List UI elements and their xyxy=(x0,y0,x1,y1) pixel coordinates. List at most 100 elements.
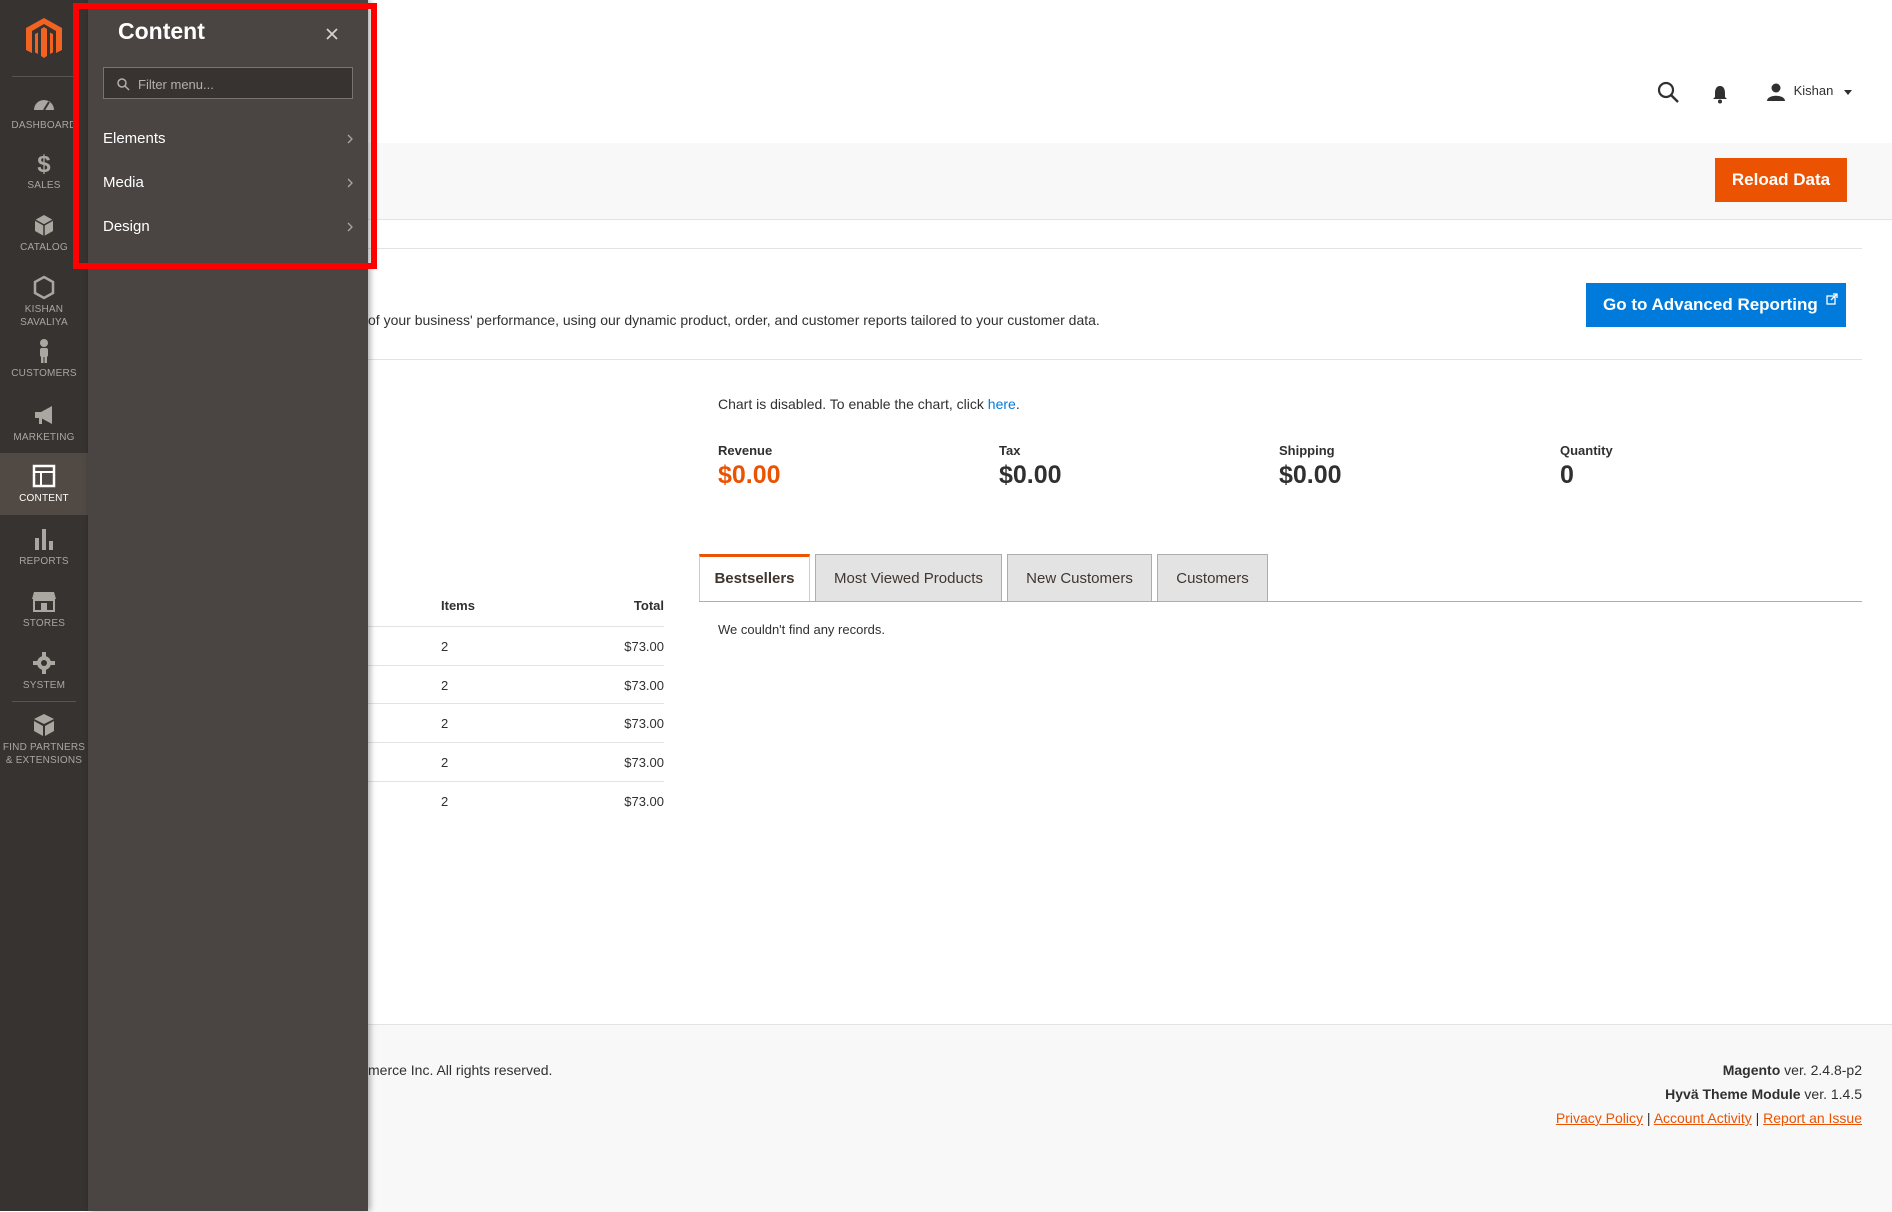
section-divider xyxy=(368,359,1862,360)
nav-label-line1: FIND PARTNERS xyxy=(2,742,86,753)
dashboard-icon xyxy=(34,100,54,111)
reload-data-button[interactable]: Reload Data xyxy=(1715,158,1847,202)
nav-item-reports[interactable]: REPORTS xyxy=(0,526,88,568)
flyout-item-media[interactable]: Media xyxy=(103,170,355,196)
page-actions-band xyxy=(368,143,1892,220)
nav-item-sales[interactable]: $ SALES xyxy=(0,150,88,192)
dollar-icon: $ xyxy=(37,151,51,176)
flyout-item-label: Media xyxy=(103,174,144,191)
bar-chart-icon xyxy=(35,529,53,550)
nav-item-find-partners[interactable]: FIND PARTNERS & EXTENSIONS xyxy=(0,712,88,767)
bell-icon[interactable] xyxy=(1712,84,1728,104)
box-icon xyxy=(34,215,54,236)
metric-label: Revenue xyxy=(718,443,773,458)
table-row[interactable]: 2 $73.00 xyxy=(368,665,664,704)
magento-version: Magento ver. 2.4.8-p2 xyxy=(1723,1062,1862,1078)
row-items: 2 xyxy=(441,639,449,654)
nav-item-kishan-savaliya[interactable]: KISHAN SAVALIYA xyxy=(0,274,88,329)
column-header-items: Items xyxy=(441,598,475,613)
tab-new-customers[interactable]: New Customers xyxy=(1007,554,1152,602)
nav-label: SYSTEM xyxy=(22,680,66,691)
metric-value: 0 xyxy=(1560,461,1574,489)
nav-label: STORES xyxy=(22,618,66,629)
cubes-icon xyxy=(34,714,54,736)
nav-item-content[interactable]: CONTENT xyxy=(0,453,88,515)
metric-value: $0.00 xyxy=(999,461,1062,489)
metric-value: $0.00 xyxy=(1279,461,1342,489)
empty-records-message: We couldn't find any records. xyxy=(718,622,885,637)
advanced-reporting-label: Go to Advanced Reporting xyxy=(1603,295,1818,314)
flyout-item-elements[interactable]: Elements xyxy=(103,126,355,152)
nav-item-system[interactable]: SYSTEM xyxy=(0,650,88,692)
row-total: $73.00 xyxy=(624,755,664,770)
row-total: $73.00 xyxy=(624,639,664,654)
footer-links: Privacy Policy | Account Activity | Repo… xyxy=(1555,1110,1862,1126)
close-icon[interactable] xyxy=(322,24,342,44)
filter-menu-input[interactable] xyxy=(136,72,350,96)
nav-label: CUSTOMERS xyxy=(11,368,77,379)
megaphone-icon xyxy=(35,406,52,424)
external-link-icon xyxy=(1826,293,1839,305)
nav-item-marketing[interactable]: MARKETING xyxy=(0,402,88,444)
magento-name: Magento xyxy=(1722,1062,1781,1078)
nav-label: CATALOG xyxy=(20,242,68,253)
table-row[interactable]: 2 $73.00 xyxy=(368,781,664,820)
flyout-item-label: Design xyxy=(103,218,150,235)
nav-label-line2: & EXTENSIONS xyxy=(5,755,83,766)
nav-label: SALES xyxy=(27,180,61,191)
chevron-right-icon xyxy=(347,178,353,188)
row-total: $73.00 xyxy=(624,716,664,731)
person-icon xyxy=(40,339,48,363)
report-issue-link[interactable]: Report an Issue xyxy=(1763,1110,1862,1126)
storefront-icon xyxy=(32,592,56,612)
nav-label: DASHBOARD xyxy=(11,120,77,131)
table-row[interactable]: 2 $73.00 xyxy=(368,742,664,781)
search-icon[interactable] xyxy=(1656,80,1680,104)
copyright-text: merce Inc. All rights reserved. xyxy=(368,1062,553,1078)
nav-label-line2: SAVALIYA xyxy=(20,317,68,328)
metric-label: Shipping xyxy=(1279,443,1335,458)
search-icon xyxy=(117,78,130,91)
metric-quantity: Quantity 0 xyxy=(1560,443,1613,490)
metric-value: $0.00 xyxy=(718,461,781,489)
flyout-item-label: Elements xyxy=(103,130,166,147)
row-items: 2 xyxy=(441,716,449,731)
user-menu[interactable]: Kishan xyxy=(1766,82,1853,102)
account-activity-link[interactable]: Account Activity xyxy=(1654,1110,1752,1126)
advanced-reporting-button[interactable]: Go to Advanced Reporting xyxy=(1586,283,1846,327)
tab-customers[interactable]: Customers xyxy=(1157,554,1268,602)
flyout-title: Content xyxy=(118,18,205,44)
column-header-total: Total xyxy=(633,598,664,613)
enable-chart-link[interactable]: here xyxy=(988,396,1016,412)
metric-shipping: Shipping $0.00 xyxy=(1279,443,1342,490)
nav-label-line1: KISHAN xyxy=(24,304,64,315)
magento-logo-icon[interactable] xyxy=(24,16,64,60)
hyva-version-number: ver. 1.4.5 xyxy=(1800,1086,1862,1102)
user-icon xyxy=(1767,83,1785,101)
section-divider xyxy=(368,248,1862,249)
chevron-right-icon xyxy=(347,222,353,232)
row-items: 2 xyxy=(441,678,449,693)
nav-item-stores[interactable]: STORES xyxy=(0,588,88,630)
nav-item-customers[interactable]: CUSTOMERS xyxy=(0,338,88,380)
flyout-item-design[interactable]: Design xyxy=(103,214,355,240)
chart-disabled-suffix: . xyxy=(1015,396,1020,412)
metric-label: Tax xyxy=(999,443,1021,458)
privacy-policy-link[interactable]: Privacy Policy xyxy=(1556,1110,1643,1126)
hexagon-icon xyxy=(33,275,55,300)
filter-menu-field xyxy=(103,67,353,99)
chart-disabled-text: Chart is disabled. To enable the chart, … xyxy=(718,396,988,412)
table-row[interactable]: 2 $73.00 xyxy=(368,703,664,742)
nav-divider xyxy=(12,76,76,77)
layout-icon xyxy=(32,464,56,488)
nav-item-catalog[interactable]: CATALOG xyxy=(0,212,88,254)
nav-item-dashboard[interactable]: DASHBOARD xyxy=(0,90,88,132)
tab-most-viewed-products[interactable]: Most Viewed Products xyxy=(815,554,1002,602)
table-row[interactable]: 2 $73.00 xyxy=(368,626,664,665)
chevron-right-icon xyxy=(347,134,353,144)
caret-down-icon xyxy=(1844,90,1852,95)
row-items: 2 xyxy=(441,755,449,770)
tab-bestsellers[interactable]: Bestsellers xyxy=(699,554,810,602)
hyva-name: Hyvä Theme Module xyxy=(1665,1086,1801,1102)
chart-disabled-message: Chart is disabled. To enable the chart, … xyxy=(718,396,1020,412)
